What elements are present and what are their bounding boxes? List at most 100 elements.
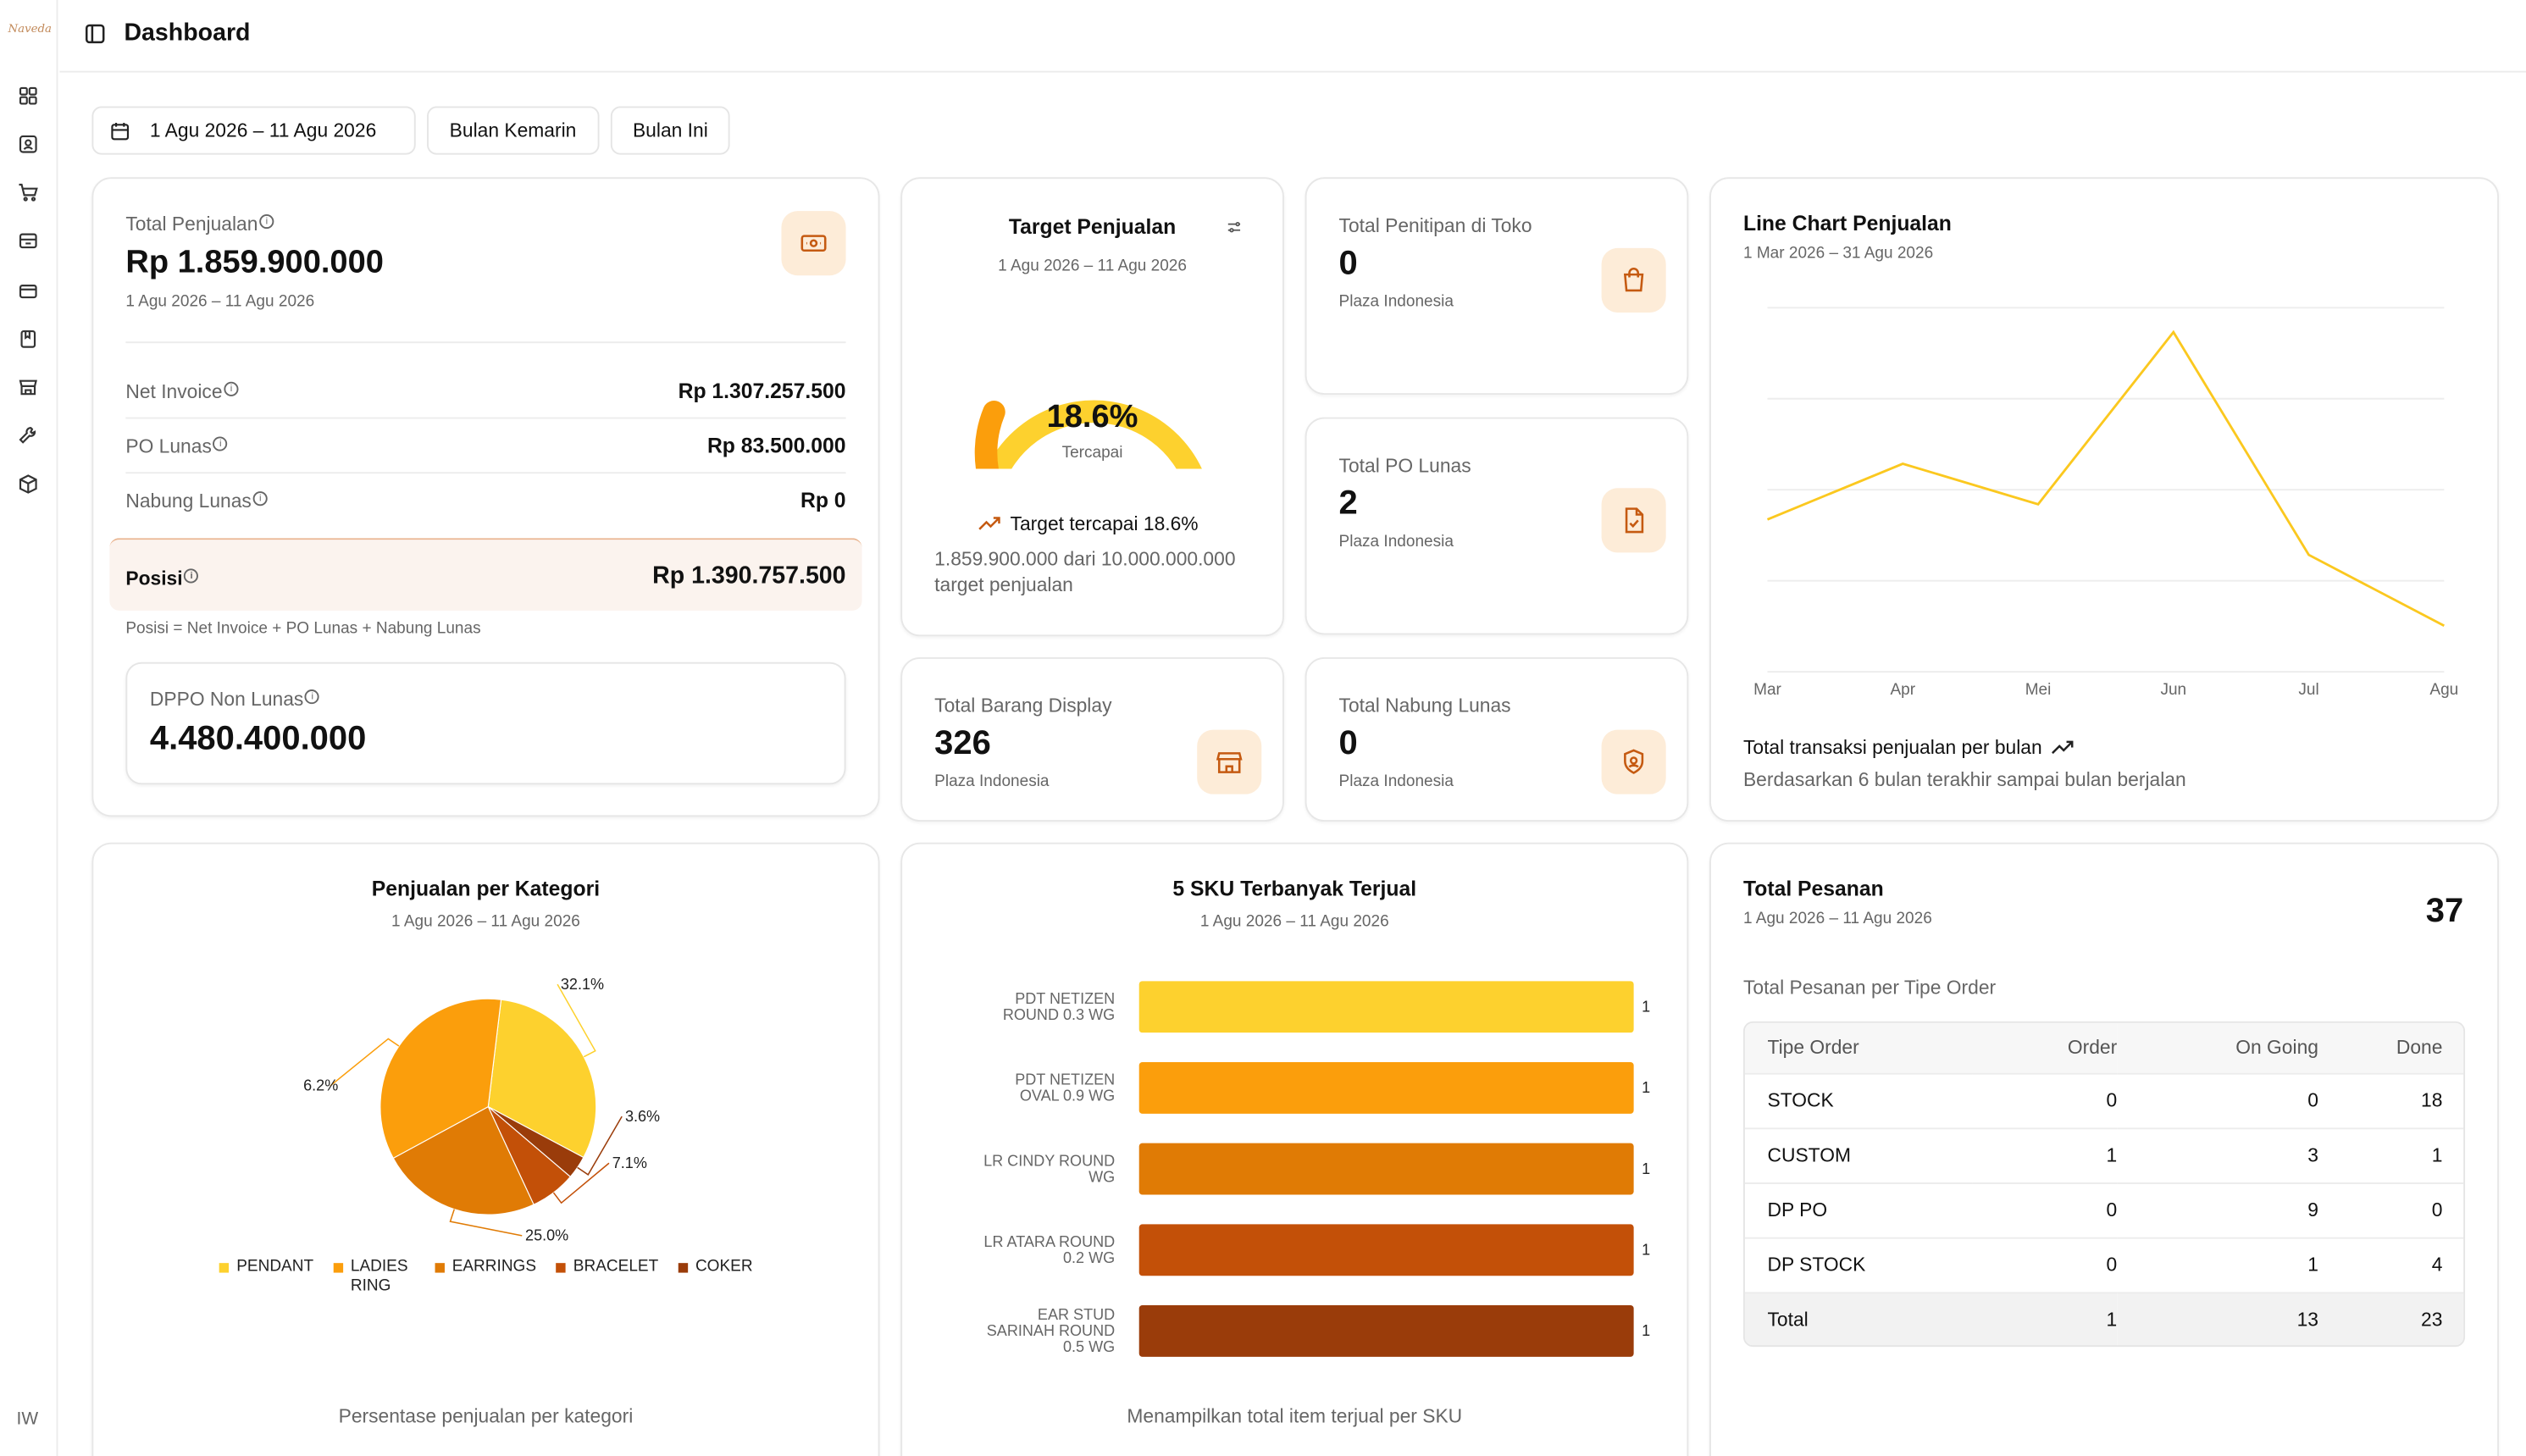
grid-icon[interactable]: [14, 82, 40, 108]
cell-order: 1: [2106, 1143, 2118, 1167]
book-icon[interactable]: [14, 325, 40, 351]
pie-data-label: 36.2%: [303, 1077, 339, 1094]
trending-up-icon: [2052, 740, 2075, 755]
stat-sub: Plaza Indonesia: [934, 772, 1050, 791]
cell-ongoing: 0: [2307, 1088, 2318, 1112]
store-icon[interactable]: [14, 374, 40, 399]
bar: [1138, 1143, 1634, 1195]
sidebar: Naveda IW: [0, 0, 58, 1456]
dppo-value: 4.480.400.000: [149, 720, 367, 757]
x-tick-label: Jul: [2298, 681, 2318, 699]
x-tick-label: Mar: [1753, 681, 1781, 699]
bar-category-label: SARINAH ROUND: [987, 1322, 1115, 1339]
info-icon[interactable]: i: [252, 491, 268, 507]
bar-category-label: LR ATARA ROUND: [983, 1233, 1115, 1250]
date-range-label: 1 Agu 2026 – 11 Agu 2026: [149, 119, 377, 142]
sku-footer: Menampilkan total item terjual per SKU: [1127, 1404, 1463, 1428]
cell-type: STOCK: [1767, 1088, 1834, 1112]
bar-value-label: 1: [1642, 998, 1650, 1015]
sales-date: 1 Agu 2026 – 11 Agu 2026: [125, 293, 315, 312]
sku-bar-chart: PDT NETIZENROUND 0.3 WG 1PDT NETIZENOVAL …: [983, 981, 1650, 1357]
bar: [1138, 1061, 1634, 1114]
stat-value: 326: [934, 724, 991, 762]
bar-category-label: EAR STUD: [1038, 1306, 1115, 1323]
orders-title: Total Pesanan: [1742, 876, 1884, 901]
legend-item[interactable]: PENDANT: [219, 1258, 313, 1297]
user-avatar[interactable]: IW: [9, 1409, 45, 1438]
trending-up-icon: [978, 517, 1000, 530]
user-card-icon[interactable]: [14, 130, 40, 156]
divider: [125, 341, 846, 344]
cell-ongoing: 9: [2307, 1199, 2318, 1221]
info-icon[interactable]: i: [224, 381, 239, 396]
date-range-picker[interactable]: 1 Agu 2026 – 11 Agu 2026: [91, 106, 416, 155]
line-chart-footer-title: Total transaksi penjualan per bulan: [1742, 736, 2042, 759]
x-tick-label: Apr: [1890, 681, 1915, 699]
cart-icon[interactable]: [14, 179, 40, 204]
line-chart-footer: Total transaksi penjualan per bulan: [1743, 736, 2075, 759]
bar-value-label: 1: [1642, 1241, 1650, 1258]
cell-order: 0: [2106, 1199, 2118, 1221]
legend-label: BRACELET: [573, 1258, 659, 1276]
stat-sub: Plaza Indonesia: [1338, 533, 1454, 551]
po-lunas-label: PO Lunas: [125, 435, 212, 458]
table-row: DP PO 0 9 0: [1744, 1182, 2464, 1237]
nabung-lunas-value: Rp 0: [800, 488, 846, 512]
stat-sub: Plaza Indonesia: [1338, 772, 1454, 791]
last-month-button[interactable]: Bulan Kemarin: [427, 106, 600, 155]
legend-item[interactable]: LADIES RING: [332, 1258, 415, 1297]
legend-item[interactable]: BRACELET: [555, 1258, 659, 1297]
legend-label: EARRINGS: [451, 1258, 537, 1276]
line-chart: Mar Apr Mei Jun Jul Agu: [1753, 307, 2458, 699]
net-invoice-label: Net Invoice: [125, 379, 223, 403]
app-logo: Naveda: [8, 22, 52, 36]
stat-value: 2: [1338, 484, 1358, 523]
sales-value: Rp 1.859.900.000: [125, 245, 384, 280]
info-icon[interactable]: i: [213, 436, 228, 451]
posisi-formula: Posisi = Net Invoice + PO Lunas + Nabung…: [125, 620, 481, 639]
line-chart-card: Line Chart Penjualan 1 Mar 2026 – 31 Agu…: [1709, 177, 2500, 822]
target-percent: 18.6%: [1046, 399, 1138, 435]
credit-card-icon[interactable]: [14, 277, 40, 302]
orders-date: 1 Agu 2026 – 11 Agu 2026: [1742, 910, 1932, 928]
info-icon[interactable]: i: [259, 213, 274, 230]
pie-legend: PENDANT LADIES RING EARRINGS BRACELET COKER: [93, 1258, 878, 1297]
cell-type: Total: [1767, 1307, 1809, 1331]
bar-value-label: 1: [1642, 1322, 1650, 1339]
target-trend: Target tercapai 18.6%: [978, 512, 1199, 534]
legend-item[interactable]: COKER: [678, 1258, 753, 1297]
settings-icon[interactable]: [1226, 219, 1242, 235]
this-month-button[interactable]: Bulan Ini: [610, 106, 731, 155]
info-icon[interactable]: i: [184, 568, 199, 584]
stat-sub: Plaza Indonesia: [1338, 293, 1454, 312]
legend-swatch: [678, 1263, 688, 1273]
bar-category-label: ROUND 0.3 WG: [1003, 1006, 1115, 1023]
bar-category-label: 0.5 WG: [1063, 1338, 1115, 1355]
table-row: DP STOCK 0 1 4: [1744, 1237, 2464, 1293]
divider: [125, 472, 846, 474]
posisi-value: Rp 1.390.757.500: [652, 562, 846, 590]
target-card: Target Penjualan 1 Agu 2026 – 11 Agu 202…: [900, 177, 1284, 637]
table-total-row: Total 1 13 23: [1744, 1292, 2464, 1346]
info-icon[interactable]: i: [305, 689, 320, 705]
table-row: CUSTOM 1 3 1: [1744, 1127, 2464, 1182]
package-icon[interactable]: [14, 470, 40, 495]
dppo-label: DPPO Non Lunas: [149, 688, 304, 711]
sidebar-toggle-icon[interactable]: [84, 23, 107, 46]
col-header-done: Done: [2396, 1036, 2443, 1060]
col-header-tipe: Tipe Order: [1767, 1036, 1859, 1060]
cell-type: CUSTOM: [1767, 1143, 1851, 1167]
posisi-label: Posisi: [125, 567, 183, 590]
cell-done: 18: [2421, 1088, 2443, 1112]
stat-title: Total Penitipan di Toko: [1338, 213, 1532, 237]
col-header-order: Order: [2067, 1036, 2118, 1060]
pie-data-label: 32.1%: [561, 976, 604, 993]
archive-icon[interactable]: [14, 227, 40, 252]
target-caption: Tercapai: [1061, 444, 1123, 462]
bar-value-label: 1: [1642, 1079, 1650, 1096]
wrench-icon[interactable]: [14, 422, 40, 447]
calendar-icon: [111, 122, 130, 140]
cell-ongoing: 1: [2307, 1253, 2318, 1276]
file-check-icon: [1601, 488, 1666, 553]
legend-item[interactable]: EARRINGS: [434, 1258, 537, 1297]
